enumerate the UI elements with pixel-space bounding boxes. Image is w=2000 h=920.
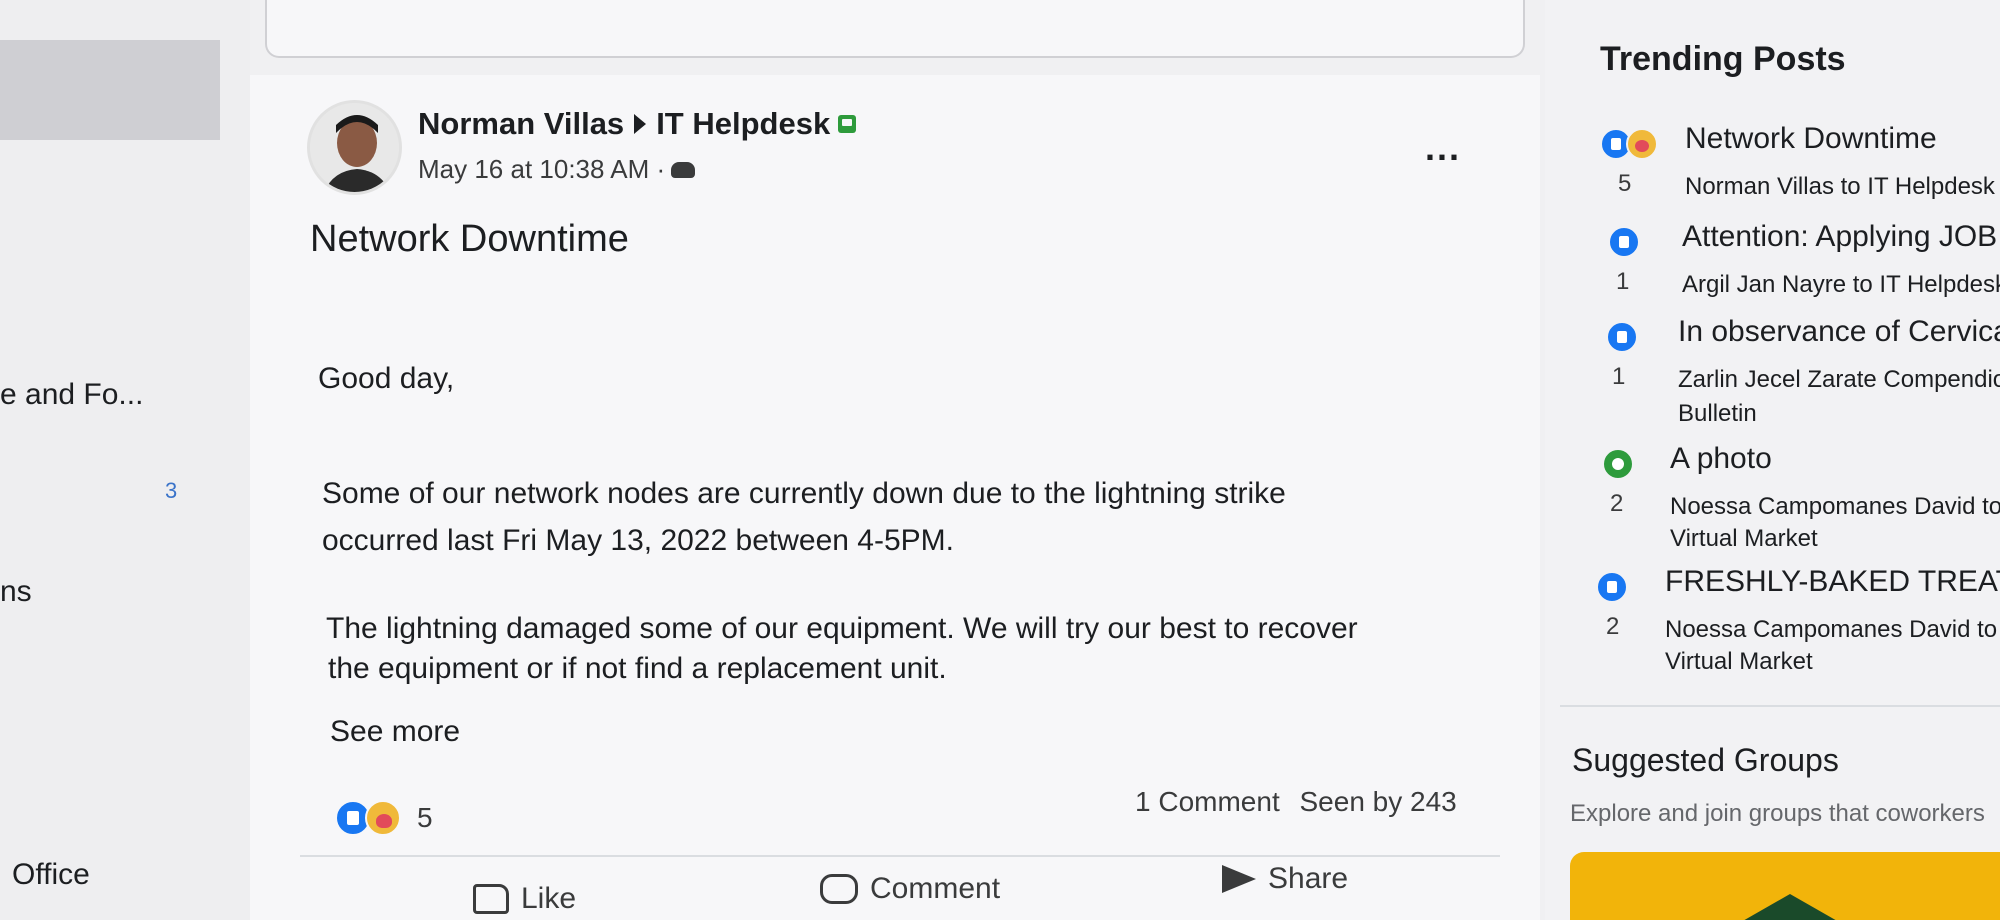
trend-subtitle-line2: Virtual Market xyxy=(1670,525,1818,552)
post-title: Network Downtime xyxy=(310,218,629,260)
trend-reactions xyxy=(1606,321,1638,353)
trend-subtitle: Noessa Campomanes David to VS xyxy=(1665,616,2000,643)
trend-reactions xyxy=(1596,571,1628,603)
post-stats: 1 Comment Seen by 243 xyxy=(1135,786,1457,818)
sidebar-item-label[interactable]: Office xyxy=(12,858,90,892)
trend-reactions xyxy=(1600,128,1658,160)
sidebar-item-count: 3 xyxy=(165,478,178,503)
comment-button[interactable]: Comment xyxy=(820,872,1000,906)
post-timestamp[interactable]: May 16 at 10:38 AM · xyxy=(418,154,665,185)
seen-by-link[interactable]: Seen by 243 xyxy=(1300,786,1457,817)
trend-title[interactable]: A photo xyxy=(1670,442,1772,476)
trend-subtitle: Zarlin Jecel Zarate Compendio to xyxy=(1678,366,2000,393)
sidebar-selected-item[interactable] xyxy=(0,40,220,140)
comment-label: Comment xyxy=(870,872,1001,905)
like-reaction-icon xyxy=(1608,226,1640,258)
trend-count: 5 xyxy=(1618,170,1632,197)
reaction-count: 5 xyxy=(417,802,433,833)
comment-icon xyxy=(820,874,858,904)
suggested-group-banner[interactable] xyxy=(1570,852,2000,920)
post-body-line: Some of our network nodes are currently … xyxy=(322,477,1286,510)
trend-subtitle: Norman Villas to IT Helpdesk xyxy=(1685,173,1995,200)
see-more-link[interactable]: See more xyxy=(330,715,460,749)
post-greeting: Good day, xyxy=(318,362,455,395)
post-author-line: Norman Villas IT Helpdesk xyxy=(418,106,857,142)
sidebar-item-label[interactable]: ns xyxy=(0,575,32,609)
trending-posts-header: Trending Posts xyxy=(1600,40,1846,78)
suggested-groups-subtitle: Explore and join groups that coworkers xyxy=(1570,800,1985,827)
photo-reaction-icon xyxy=(1602,448,1634,480)
more-options-button[interactable]: ... xyxy=(1425,130,1461,166)
group-badge-icon xyxy=(838,115,857,133)
like-button[interactable]: Like xyxy=(473,882,576,916)
banner-graphic-icon xyxy=(1720,894,1860,920)
right-divider xyxy=(1560,705,2000,707)
like-reaction-icon xyxy=(1606,321,1638,353)
post-body-line: The lightning damaged some of our equipm… xyxy=(326,612,1358,645)
trend-subtitle-line2: Bulletin xyxy=(1678,400,1757,427)
post-body-line: the equipment or if not find a replaceme… xyxy=(328,652,947,685)
care-reaction-icon xyxy=(365,800,401,836)
trend-title[interactable]: In observance of Cervical xyxy=(1678,315,2000,349)
share-label: Share xyxy=(1268,862,1349,895)
trend-count: 2 xyxy=(1606,613,1620,640)
arrow-right-icon xyxy=(634,114,647,134)
trend-title[interactable]: Attention: Applying JOB xyxy=(1682,220,1997,254)
author-name[interactable]: Norman Villas xyxy=(418,106,624,142)
reaction-summary[interactable]: 5 xyxy=(335,800,433,836)
like-reaction-icon xyxy=(1596,571,1628,603)
trend-count: 1 xyxy=(1612,363,1626,390)
trend-subtitle-line2: Virtual Market xyxy=(1665,648,1813,675)
thumbs-up-icon xyxy=(473,884,509,914)
previous-card-edge xyxy=(265,0,1525,58)
suggested-groups-header: Suggested Groups xyxy=(1572,742,1839,778)
comment-count-link[interactable]: 1 Comment xyxy=(1135,786,1280,817)
care-reaction-icon xyxy=(1626,128,1658,160)
share-icon xyxy=(1222,865,1256,893)
avatar[interactable] xyxy=(307,100,402,195)
trend-count: 2 xyxy=(1610,490,1624,517)
share-button[interactable]: Share xyxy=(1222,862,1348,896)
group-name[interactable]: IT Helpdesk xyxy=(656,106,830,142)
left-sidebar xyxy=(0,0,250,920)
like-label: Like xyxy=(521,882,577,915)
trend-title[interactable]: Network Downtime xyxy=(1685,122,1937,156)
trend-count: 1 xyxy=(1616,268,1630,295)
trend-title[interactable]: FRESHLY-BAKED TREATS ! xyxy=(1665,565,2000,599)
trend-reactions xyxy=(1602,448,1634,480)
sidebar-item-label[interactable]: e and Fo... xyxy=(0,378,143,412)
post-timestamp-row: May 16 at 10:38 AM · xyxy=(418,154,696,185)
trend-subtitle: Noessa Campomanes David to V xyxy=(1670,493,2000,520)
post-body-line: occurred last Fri May 13, 2022 between 4… xyxy=(322,524,954,557)
action-divider xyxy=(300,855,1500,857)
audience-icon xyxy=(671,161,696,178)
trend-subtitle: Argil Jan Nayre to IT Helpdesk xyxy=(1682,271,2000,298)
trend-reactions xyxy=(1608,226,1640,258)
